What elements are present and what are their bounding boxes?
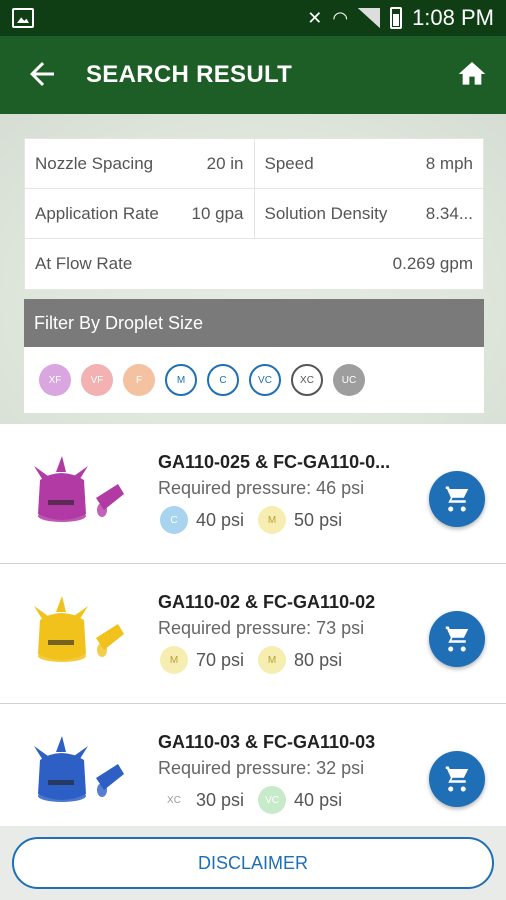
- application-rate-cell: Application Rate 10 gpa: [25, 189, 254, 238]
- add-to-cart-button[interactable]: [429, 751, 485, 807]
- droplet-badge: C: [160, 506, 188, 534]
- droplet-badge: M: [258, 506, 287, 534]
- filter-chip-vc[interactable]: VC: [249, 364, 281, 396]
- status-bar: ✕ ◠ 1:08 PM: [0, 0, 506, 36]
- cart-icon: [445, 486, 469, 512]
- home-icon[interactable]: [456, 58, 488, 90]
- param-label: Application Rate: [35, 203, 159, 223]
- param-label: Nozzle Spacing: [35, 153, 154, 173]
- page-title: SEARCH RESULT: [86, 61, 293, 88]
- product-name: GA110-025 & FC-GA110-0...: [158, 452, 391, 472]
- pressure-badges: XC 30 psi VC 40 psi: [160, 786, 348, 814]
- param-label: Speed: [264, 153, 314, 173]
- required-pressure: Required pressure: 73 psi: [158, 618, 365, 638]
- signal-icon: [358, 8, 381, 28]
- status-icons: ✕ ◠ 1:08 PM: [307, 0, 494, 36]
- param-row: Nozzle Spacing 20 in Speed 8 mph: [25, 139, 483, 189]
- filter-header: Filter By Droplet Size: [24, 299, 484, 347]
- result-card[interactable]: GA110-03 & FC-GA110-03 Required pressure…: [0, 704, 506, 844]
- pressure-badges: M 70 psi M 80 psi: [160, 646, 348, 674]
- param-label: Solution Density: [264, 203, 388, 223]
- droplet-badge: XC: [160, 786, 188, 814]
- parameters-table: Nozzle Spacing 20 in Speed 8 mph Applica…: [24, 138, 484, 290]
- nozzle-image: [34, 456, 124, 522]
- required-pressure: Required pressure: 46 psi: [158, 478, 365, 498]
- badge-value: 50 psi: [294, 509, 343, 530]
- battery-icon: [390, 7, 403, 29]
- param-row: Application Rate 10 gpa Solution Density…: [25, 189, 483, 239]
- param-value: 20 in: [206, 153, 244, 173]
- nozzle-image: [34, 596, 124, 662]
- filter-chip-xf[interactable]: XF: [39, 364, 71, 396]
- filter-chip-f[interactable]: F: [123, 364, 155, 396]
- results-list: GA110-025 & FC-GA110-0... Required press…: [0, 424, 506, 844]
- product-name: GA110-03 & FC-GA110-03: [158, 732, 376, 752]
- filter-chip-xc[interactable]: XC: [291, 364, 323, 396]
- cart-icon: [445, 766, 469, 792]
- wifi-icon: ◠: [332, 7, 349, 28]
- status-time: 1:08 PM: [412, 5, 494, 30]
- droplet-badge: M: [258, 646, 287, 674]
- filter-chip-vf[interactable]: VF: [81, 364, 113, 396]
- nozzle-image: [34, 736, 124, 802]
- solution-density-cell: Solution Density 8.34...: [253, 189, 484, 238]
- param-value: 8.34...: [425, 203, 473, 223]
- droplet-badge: VC: [258, 786, 287, 814]
- required-pressure: Required pressure: 32 psi: [158, 758, 365, 778]
- back-arrow-icon[interactable]: [24, 56, 60, 92]
- product-name: GA110-02 & FC-GA110-02: [158, 592, 376, 612]
- speed-cell: Speed 8 mph: [253, 139, 484, 188]
- param-label: At Flow Rate: [35, 254, 133, 273]
- pressure-badges: C 40 psi M 50 psi: [160, 506, 348, 534]
- result-card[interactable]: GA110-025 & FC-GA110-0... Required press…: [0, 424, 506, 564]
- filter-chip-m[interactable]: M: [165, 364, 197, 396]
- app-bar: SEARCH RESULT: [0, 36, 506, 114]
- add-to-cart-button[interactable]: [429, 611, 485, 667]
- badge-value: 40 psi: [196, 509, 245, 530]
- badge-value: 70 psi: [196, 649, 245, 670]
- param-value: 8 mph: [425, 153, 473, 173]
- mute-icon: ✕: [307, 7, 323, 28]
- disclaimer-button[interactable]: DISCLAIMER: [12, 837, 494, 889]
- badge-value: 80 psi: [294, 649, 343, 670]
- droplet-size-filter: XF VF F M C VC XC UC: [24, 347, 484, 413]
- droplet-badge: M: [160, 646, 188, 674]
- nozzle-spacing-cell: Nozzle Spacing 20 in: [25, 139, 254, 188]
- footer: DISCLAIMER: [0, 826, 506, 900]
- param-value: 10 gpa: [191, 203, 244, 223]
- gallery-notification-icon: [12, 8, 34, 28]
- add-to-cart-button[interactable]: [429, 471, 485, 527]
- filter-chip-c[interactable]: C: [207, 364, 239, 396]
- flow-rate-cell: At Flow Rate 0.269 gpm: [25, 239, 483, 289]
- cart-icon: [445, 626, 469, 652]
- param-value: 0.269 gpm: [392, 254, 473, 273]
- result-card[interactable]: GA110-02 & FC-GA110-02 Required pressure…: [0, 564, 506, 704]
- badge-value: 40 psi: [294, 789, 343, 810]
- badge-value: 30 psi: [196, 789, 245, 810]
- param-row: At Flow Rate 0.269 gpm: [25, 239, 483, 289]
- filter-chip-uc[interactable]: UC: [333, 364, 365, 396]
